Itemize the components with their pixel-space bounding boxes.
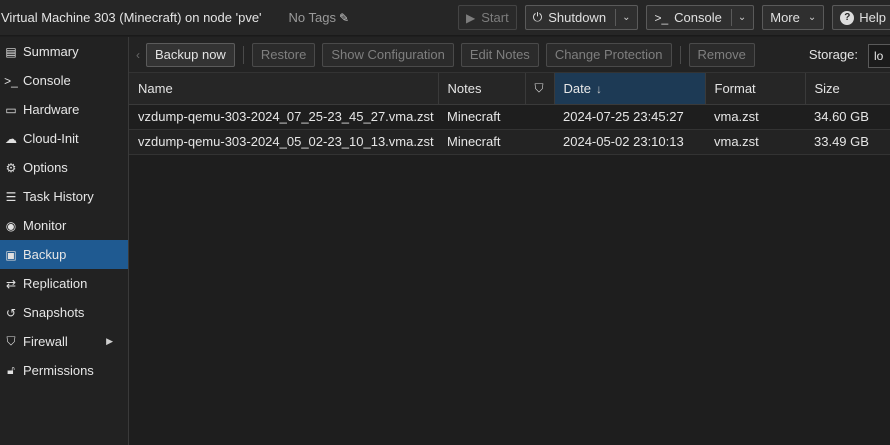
- column-header-date[interactable]: Date ↓: [554, 73, 706, 105]
- caret-right-icon[interactable]: ▶: [106, 336, 113, 347]
- sort-descending-icon: ↓: [595, 81, 602, 96]
- start-button[interactable]: ▶ Start: [458, 5, 517, 30]
- edit-notes-button[interactable]: Edit Notes: [460, 42, 539, 67]
- cell-date: 2024-05-02 23:10:13: [554, 129, 705, 155]
- table-row[interactable]: vzdump-qemu-303-2024_07_25-23_45_27.vma.…: [129, 104, 890, 130]
- storage-label: Storage:: [808, 47, 858, 62]
- backup-table: Name Notes ⛉ Date ↓ Format Size vzdump-qe…: [129, 73, 890, 155]
- list-icon: ☰: [5, 189, 17, 204]
- cell-protected: [525, 129, 554, 155]
- history-icon: ↺: [5, 305, 17, 320]
- sidebar-item-options[interactable]: ⚙ Options: [0, 153, 128, 182]
- column-header-size[interactable]: Size: [805, 73, 890, 105]
- cell-date: 2024-07-25 23:45:27: [554, 104, 705, 130]
- backup-now-button[interactable]: Backup now: [146, 42, 235, 67]
- sidebar-item-backup[interactable]: ▣ Backup: [0, 240, 128, 269]
- terminal-icon: >_: [4, 73, 18, 88]
- sidebar-item-console[interactable]: >_ Console: [0, 66, 128, 95]
- shield-icon: ⛉: [6, 334, 16, 348]
- console-button[interactable]: >_ Console ⌄: [646, 5, 755, 30]
- tags-label: No Tags: [288, 10, 337, 25]
- column-header-name[interactable]: Name: [129, 73, 439, 105]
- terminal-icon: >_: [654, 10, 669, 25]
- help-button[interactable]: ? Help: [832, 5, 890, 30]
- cell-protected: [525, 104, 554, 130]
- more-button[interactable]: More ⌄: [762, 5, 825, 30]
- cell-format: vma.zst: [705, 104, 805, 130]
- sidebar-item-cloud-init[interactable]: ☁ Cloud-Init: [0, 124, 128, 153]
- question-icon: ?: [840, 10, 855, 25]
- tags-editor[interactable]: No Tags ✎: [289, 10, 350, 25]
- sidebar-item-replication[interactable]: ⇄ Replication: [0, 269, 128, 298]
- book-icon: ▤: [5, 44, 17, 59]
- sidebar-item-snapshots[interactable]: ↺ Snapshots: [0, 298, 128, 327]
- change-protection-button[interactable]: Change Protection: [545, 42, 672, 67]
- eye-icon: ◉: [5, 218, 17, 233]
- chevron-down-icon[interactable]: ⌄: [622, 12, 630, 23]
- header-bar: Virtual Machine 303 (Minecraft) on node …: [0, 0, 890, 36]
- sidebar-item-firewall[interactable]: ⛉ Firewall ▶: [0, 327, 128, 356]
- floppy-icon: ▣: [5, 247, 17, 262]
- show-configuration-button[interactable]: Show Configuration: [322, 42, 454, 67]
- sidebar-item-hardware[interactable]: ▭ Hardware: [0, 95, 128, 124]
- sidebar-item-task-history[interactable]: ☰ Task History: [0, 182, 128, 211]
- power-icon: ⏻: [532, 10, 543, 24]
- cell-size: 33.49 GB: [805, 129, 890, 155]
- cell-size: 34.60 GB: [805, 104, 890, 130]
- remove-button[interactable]: Remove: [688, 42, 755, 67]
- backup-toolbar: ‹ Backup now Restore Show Configuration …: [129, 37, 890, 73]
- scroll-left-icon[interactable]: ‹: [136, 48, 140, 62]
- unlock-icon: 🔓︎: [7, 363, 15, 377]
- cell-name: vzdump-qemu-303-2024_05_02-23_10_13.vma.…: [129, 129, 438, 155]
- shield-icon: ⛉: [534, 81, 544, 96]
- column-header-format[interactable]: Format: [705, 73, 806, 105]
- sidebar-item-monitor[interactable]: ◉ Monitor: [0, 211, 128, 240]
- play-icon: ▶: [466, 10, 476, 25]
- chevron-down-icon: ⌄: [807, 12, 817, 23]
- cell-name: vzdump-qemu-303-2024_07_25-23_45_27.vma.…: [129, 104, 438, 130]
- pencil-icon[interactable]: ✎: [339, 11, 349, 25]
- sidebar-nav: ▤ Summary >_ Console ▭ Hardware ☁ Cloud-…: [0, 37, 129, 445]
- cell-notes: Minecraft: [438, 104, 525, 130]
- shutdown-button[interactable]: ⏻ Shutdown ⌄: [524, 5, 639, 30]
- vm-title: Virtual Machine 303 (Minecraft) on node …: [1, 10, 262, 25]
- vm-actions: ▶ Start ⏻ Shutdown ⌄ >_ Console ⌄ More ⌄…: [458, 5, 890, 30]
- cell-notes: Minecraft: [438, 129, 525, 155]
- desktop-icon: ▭: [5, 102, 17, 117]
- storage-select[interactable]: lo: [868, 44, 890, 68]
- table-row[interactable]: vzdump-qemu-303-2024_05_02-23_10_13.vma.…: [129, 129, 890, 155]
- backup-panel: ‹ Backup now Restore Show Configuration …: [129, 37, 890, 445]
- column-header-notes[interactable]: Notes: [438, 73, 526, 105]
- gear-icon: ⚙: [5, 160, 17, 175]
- sidebar-item-summary[interactable]: ▤ Summary: [0, 37, 128, 66]
- retweet-icon: ⇄: [5, 276, 17, 291]
- cell-format: vma.zst: [705, 129, 805, 155]
- restore-button[interactable]: Restore: [251, 42, 316, 67]
- cloud-icon: ☁: [5, 131, 17, 146]
- sidebar-item-permissions[interactable]: 🔓︎ Permissions: [0, 356, 128, 385]
- chevron-down-icon[interactable]: ⌄: [738, 12, 746, 23]
- column-header-protected[interactable]: ⛉: [525, 73, 555, 105]
